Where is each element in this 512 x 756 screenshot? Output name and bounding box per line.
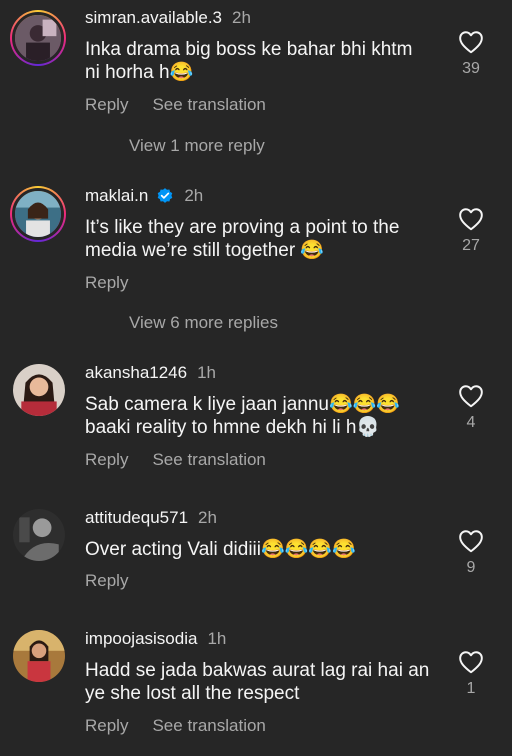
view-more-replies-button[interactable]: View 6 more replies xyxy=(129,313,278,333)
heart-outline-icon[interactable] xyxy=(458,650,484,674)
avatar[interactable] xyxy=(13,364,65,416)
like-count: 39 xyxy=(462,60,480,77)
comment-text: Over acting Vali didiii😂😂😂😂 xyxy=(85,539,356,560)
comment-text: Inka drama big boss ke bahar bhi khtm ni… xyxy=(85,39,413,83)
comment-time: 1h xyxy=(207,629,227,648)
avatar[interactable] xyxy=(13,509,65,561)
heart-outline-icon[interactable] xyxy=(458,529,484,553)
reply-button[interactable]: Reply xyxy=(85,450,128,470)
like-count: 27 xyxy=(462,237,480,254)
like-count: 1 xyxy=(466,680,476,697)
avatar[interactable] xyxy=(10,10,66,66)
reply-button[interactable]: Reply xyxy=(85,273,128,293)
like-count: 9 xyxy=(466,559,476,576)
comment-text: It’s like they are proving a point to th… xyxy=(85,217,400,261)
comment-text: Sab camera k liye jaan jannu😂😂😂 baaki re… xyxy=(85,394,400,438)
comment-username[interactable]: maklai.n xyxy=(85,186,148,206)
comment-username[interactable]: attitudequ571 xyxy=(85,508,188,528)
comment-time: 2h xyxy=(232,8,251,27)
verified-badge-icon xyxy=(158,188,173,203)
avatar[interactable] xyxy=(10,186,66,242)
heart-outline-icon[interactable] xyxy=(458,207,484,231)
reply-button[interactable]: Reply xyxy=(85,716,128,736)
comment-time: 2h xyxy=(198,508,217,527)
comment-text: Hadd se jada bakwas aurat lag rai hai an… xyxy=(85,660,430,704)
avatar[interactable] xyxy=(13,630,65,682)
heart-outline-icon[interactable] xyxy=(458,30,484,54)
comment-time: 1h xyxy=(197,363,217,382)
heart-outline-icon[interactable] xyxy=(458,384,484,408)
reply-button[interactable]: Reply xyxy=(85,571,128,591)
see-translation-button[interactable]: See translation xyxy=(152,450,265,470)
like-count: 4 xyxy=(466,414,476,431)
see-translation-button[interactable]: See translation xyxy=(152,95,265,115)
comment-username[interactable]: akansha1246 xyxy=(85,363,187,383)
see-translation-button[interactable]: See translation xyxy=(152,716,265,736)
comment-username[interactable]: simran.available.3 xyxy=(85,8,222,28)
view-more-replies-button[interactable]: View 1 more reply xyxy=(129,136,265,156)
reply-button[interactable]: Reply xyxy=(85,95,128,115)
comment-username[interactable]: impoojasisodia xyxy=(85,629,197,649)
comment-time: 2h xyxy=(184,186,204,205)
